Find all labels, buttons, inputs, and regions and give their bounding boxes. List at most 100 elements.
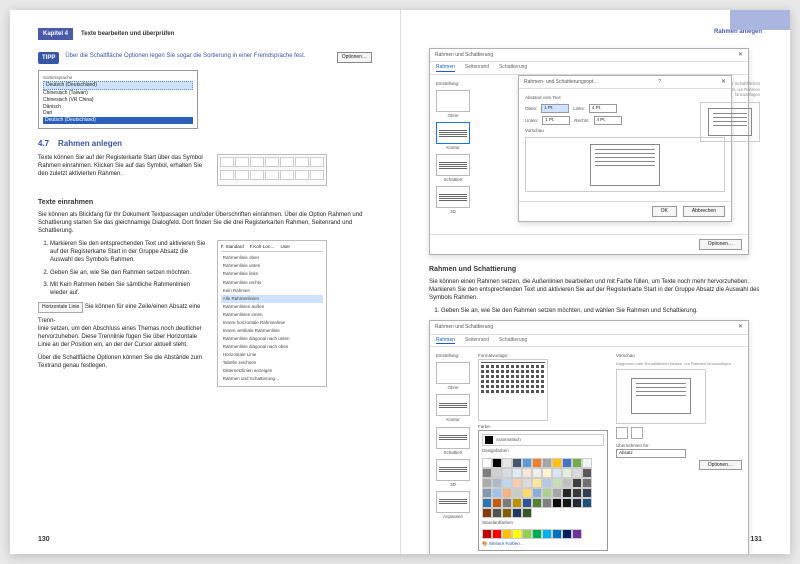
options-button[interactable]: Optionen… [337,52,372,63]
input-bottom[interactable]: 1 Pt. [542,116,570,125]
color-swatch[interactable] [532,498,542,508]
color-swatch[interactable] [502,468,512,478]
help-icon[interactable]: ? [658,79,661,86]
color-swatch[interactable] [542,458,552,468]
color-swatch[interactable] [552,458,562,468]
tab-borders[interactable]: Rahmen [436,64,455,72]
color-swatch[interactable] [542,529,552,539]
color-swatch[interactable] [562,488,572,498]
color-swatch[interactable] [482,508,492,518]
color-swatch[interactable] [502,488,512,498]
lang-item[interactable]: Chinesisch (Taiwan) [43,90,193,97]
color-swatch[interactable] [512,498,522,508]
color-swatch[interactable] [482,468,492,478]
color-swatch[interactable] [532,529,542,539]
automatic-label[interactable]: Automatisch [496,437,521,443]
close-icon[interactable]: ✕ [738,323,743,331]
color-dropdown[interactable]: Automatisch Designfarben Standardfarben … [478,430,608,550]
color-swatch[interactable] [552,468,562,478]
color-swatch[interactable] [492,478,502,488]
color-swatch[interactable] [492,468,502,478]
preset-shadow[interactable] [436,154,470,176]
color-swatch[interactable] [522,468,532,478]
lang-selected[interactable]: Deutsch (Deutschland) [43,81,193,90]
color-swatch[interactable] [512,508,522,518]
color-swatch[interactable] [562,529,572,539]
tab-borders[interactable]: Rahmen [436,337,455,345]
language-dropdown[interactable]: Sortiersprache Deutsch (Deutschland) Chi… [38,70,198,129]
color-swatch[interactable] [492,529,502,539]
color-swatch[interactable] [542,498,552,508]
menu-item[interactable]: Rahmenlinien innen [221,311,323,319]
color-swatch[interactable] [582,458,592,468]
menu-item[interactable]: Rahmenlinie unten [221,262,323,270]
menu-item[interactable]: Tabelle zeichnen [221,359,323,367]
color-swatch[interactable] [562,458,572,468]
color-swatch[interactable] [572,498,582,508]
lang-highlighted[interactable]: Deutsch (Deutschland) [43,117,193,124]
color-swatch[interactable] [582,498,592,508]
color-swatch[interactable] [552,498,562,508]
color-swatch[interactable] [512,458,522,468]
menu-item[interactable]: Kein Rahmen [221,287,323,295]
color-swatch[interactable] [482,458,492,468]
options-button[interactable]: Optionen… [699,239,742,250]
color-swatch[interactable] [562,478,572,488]
color-swatch[interactable] [532,488,542,498]
menu-item[interactable]: Gitternetzlinien anzeigen [221,367,323,375]
apply-to-select[interactable]: Absatz [616,449,686,458]
color-swatch[interactable] [542,468,552,478]
menu-item-highlighted[interactable]: Alle Rahmenlinien [221,295,323,303]
color-swatch[interactable] [502,478,512,488]
preset-custom[interactable] [436,491,470,513]
preset-3d[interactable] [436,186,470,208]
color-swatch[interactable] [502,458,512,468]
color-swatch[interactable] [582,468,592,478]
menu-item[interactable]: Rahmenlinie diagonal nach unten [221,335,323,343]
cancel-button[interactable]: Abbrechen [683,206,725,217]
color-swatch[interactable] [512,488,522,498]
menu-item[interactable]: Rahmenlinie oben [221,254,323,262]
color-swatch[interactable] [482,488,492,498]
line-style-list[interactable] [478,359,548,421]
edge-toggle-icon[interactable] [616,427,628,439]
preset-3d[interactable] [436,459,470,481]
color-swatch[interactable] [532,478,542,488]
color-swatch[interactable] [492,458,502,468]
color-swatch[interactable] [572,458,582,468]
menu-tab[interactable]: F.Koh-Loc… [250,244,275,250]
color-swatch[interactable] [532,468,542,478]
tab-pageborder[interactable]: Seitenrand [465,337,489,345]
edge-toggle-icon[interactable] [631,427,643,439]
color-swatch[interactable] [582,478,592,488]
lang-item[interactable]: Dari [43,110,193,117]
color-swatch[interactable] [522,498,532,508]
color-swatch[interactable] [552,488,562,498]
color-swatch[interactable] [482,478,492,488]
color-swatch[interactable] [512,468,522,478]
menu-item[interactable]: Horizontale Linie [221,351,323,359]
menu-item[interactable]: Rahmenlinie diagonal nach oben [221,343,323,351]
lang-item[interactable]: Chinesisch (VR China) [43,97,193,104]
color-swatch[interactable] [492,508,502,518]
color-swatch[interactable] [572,529,582,539]
color-swatch[interactable] [552,478,562,488]
preset-none[interactable] [436,362,470,384]
input-left[interactable]: 4 Pt. [589,104,617,113]
tab-shading[interactable]: Schattierung [499,337,527,345]
color-swatch[interactable] [482,498,492,508]
color-swatch[interactable] [522,529,532,539]
preset-box[interactable] [436,122,470,144]
input-top[interactable]: 1 Pt. [541,104,569,113]
menu-item[interactable]: Rahmenlinie links [221,270,323,278]
color-swatch[interactable] [512,529,522,539]
options-button[interactable]: Optionen… [699,460,742,470]
preset-shadow[interactable] [436,427,470,449]
close-icon[interactable]: ✕ [738,51,743,59]
menu-item[interactable]: Innere vertikale Rahmenlinie [221,327,323,335]
input-right[interactable]: 4 Pt. [594,116,622,125]
menu-tab[interactable]: F. Standard [221,244,244,250]
ok-button[interactable]: OK [652,206,677,217]
tab-pageborder[interactable]: Seitenrand [465,64,489,72]
color-swatch[interactable] [572,488,582,498]
